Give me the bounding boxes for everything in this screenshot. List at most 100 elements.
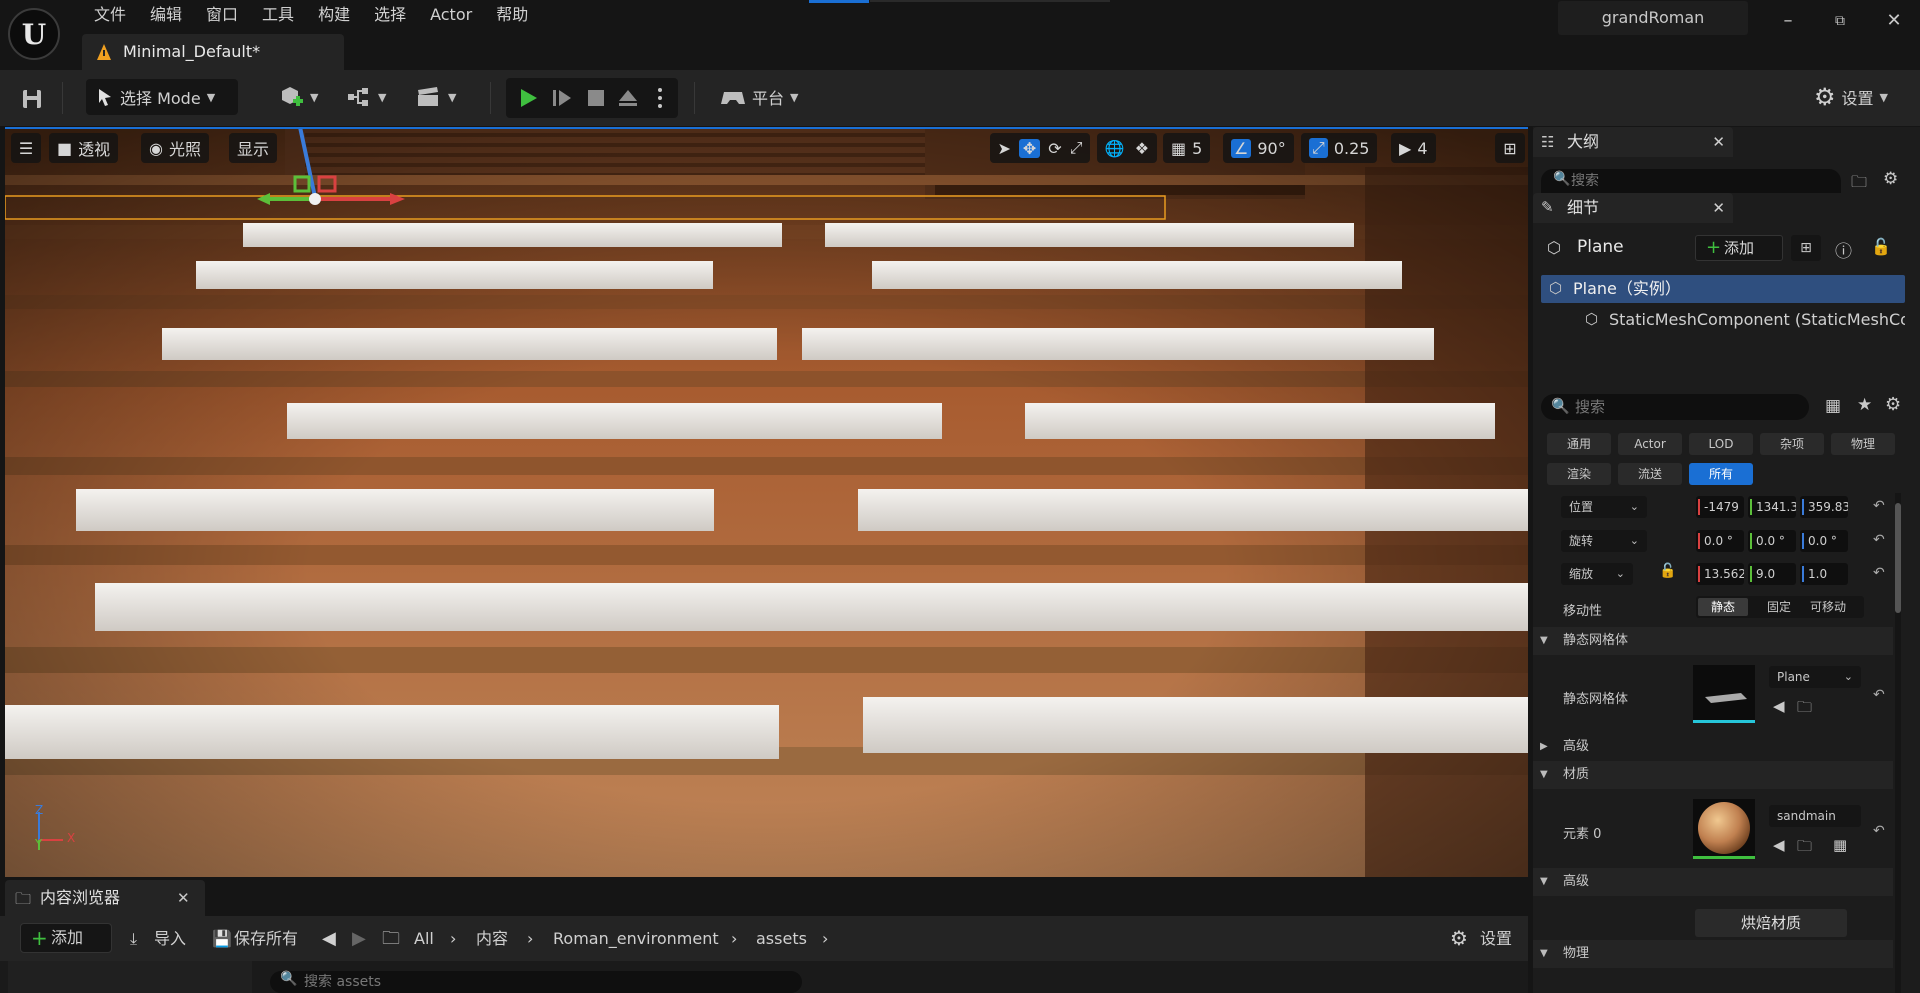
filter-actor[interactable]: Actor bbox=[1618, 433, 1682, 455]
location-z-field[interactable]: 359.83 bbox=[1800, 496, 1848, 518]
filter-all[interactable]: 所有 bbox=[1689, 463, 1753, 485]
material-thumbnail[interactable] bbox=[1693, 799, 1755, 859]
mode-selector[interactable]: 选择 Mode ▼ bbox=[86, 79, 238, 115]
location-y-field[interactable]: 1341.3 bbox=[1748, 496, 1796, 518]
material-picker[interactable]: sandmain bbox=[1769, 805, 1861, 827]
rotate-tool-icon[interactable]: ⟳ bbox=[1048, 139, 1061, 158]
platform-button[interactable]: 平台 ▼ bbox=[720, 79, 798, 115]
details-scrollbar-thumb[interactable] bbox=[1895, 503, 1901, 613]
play-icon[interactable] bbox=[516, 86, 540, 110]
import-icon[interactable]: ⤓ bbox=[130, 916, 137, 961]
details-add-button[interactable]: + 添加 bbox=[1695, 235, 1783, 261]
cb-settings-button[interactable]: 设置 bbox=[1480, 916, 1512, 961]
filter-streaming[interactable]: 流送 bbox=[1618, 463, 1682, 485]
location-x-field[interactable]: -1479 bbox=[1696, 496, 1744, 518]
mobility-movable[interactable]: 可移动 bbox=[1810, 598, 1860, 616]
scale-z-field[interactable]: 1.0 bbox=[1800, 563, 1848, 585]
world-globe-icon[interactable]: 🌐 bbox=[1105, 139, 1125, 158]
save-all-button[interactable]: 保存所有 bbox=[234, 916, 298, 961]
bake-material-button[interactable]: 烘焙材质 bbox=[1695, 909, 1847, 937]
menu-window[interactable]: 窗口 bbox=[194, 0, 250, 30]
help-icon[interactable]: ⓘ bbox=[1835, 237, 1852, 262]
lighting-mode-button[interactable]: ◉ 光照 bbox=[141, 133, 209, 163]
close-icon[interactable]: ✕ bbox=[1712, 127, 1725, 157]
tree-row-plane-instance[interactable]: ⬡ Plane（实例） bbox=[1541, 275, 1905, 303]
details-tab[interactable]: ✎ 细节 ✕ bbox=[1533, 193, 1733, 223]
filter-lod[interactable]: LOD bbox=[1689, 433, 1753, 455]
section-static-mesh[interactable]: ▼ 静态网格体 bbox=[1533, 627, 1893, 655]
section-physics[interactable]: ▼ 物理 bbox=[1533, 940, 1893, 968]
viewport-layout-button[interactable]: ⊞ bbox=[1495, 133, 1525, 163]
show-flags-button[interactable]: 显示 bbox=[229, 133, 278, 163]
add-actor-button[interactable]: ▼ bbox=[278, 79, 318, 115]
section-materials-advanced[interactable]: ▼ 高级 bbox=[1533, 868, 1893, 896]
star-icon[interactable]: ★ bbox=[1857, 395, 1872, 415]
browse-asset-icon[interactable]: 🗀 bbox=[1797, 836, 1812, 861]
blueprint-convert-button[interactable]: ⊞ bbox=[1791, 235, 1821, 261]
more-options-icon[interactable] bbox=[656, 86, 664, 110]
stop-icon[interactable] bbox=[586, 88, 606, 108]
browse-asset-icon[interactable]: 🗀 bbox=[1797, 697, 1812, 722]
cinematics-button[interactable]: ▼ bbox=[416, 79, 456, 115]
gear-icon[interactable]: ⚙ bbox=[1883, 169, 1898, 189]
scale-snap-button[interactable]: ⤢ 0.25 bbox=[1301, 133, 1378, 163]
camera-speed-button[interactable]: ▶ 4 bbox=[1391, 133, 1436, 163]
toolbar-settings-button[interactable]: ⚙ 设置 ▼ bbox=[1814, 79, 1888, 115]
viewport-scene[interactable] bbox=[5, 127, 1528, 877]
rotation-snap-button[interactable]: ∠ 90° bbox=[1223, 133, 1294, 163]
blueprint-button[interactable]: ▼ bbox=[346, 79, 386, 115]
rotation-y-field[interactable]: 0.0 ° bbox=[1748, 530, 1796, 552]
folder-icon[interactable]: 🗀 bbox=[382, 916, 400, 961]
save-all-icon[interactable]: 💾 bbox=[212, 916, 232, 961]
breadcrumb-assets[interactable]: assets bbox=[756, 916, 807, 961]
scale-tool-icon[interactable]: ⤢ bbox=[1070, 138, 1083, 158]
filter-general[interactable]: 通用 bbox=[1547, 433, 1611, 455]
cb-add-button[interactable]: + 添加 bbox=[20, 923, 112, 953]
menu-help[interactable]: 帮助 bbox=[484, 0, 540, 30]
reset-arrow-icon[interactable]: ↶ bbox=[1873, 565, 1885, 581]
checker-material-icon[interactable]: ▦ bbox=[1833, 836, 1847, 854]
scale-dropdown[interactable]: 缩放 ⌄ bbox=[1561, 563, 1633, 585]
menu-tools[interactable]: 工具 bbox=[250, 0, 306, 30]
eject-icon[interactable] bbox=[616, 86, 640, 110]
import-button[interactable]: 导入 bbox=[154, 916, 186, 961]
history-forward-icon[interactable]: ▶ bbox=[352, 916, 366, 961]
section-materials[interactable]: ▼ 材质 bbox=[1533, 761, 1893, 789]
rotation-x-field[interactable]: 0.0 ° bbox=[1696, 530, 1744, 552]
gear-icon[interactable]: ⚙ bbox=[1450, 916, 1468, 961]
breadcrumb-all[interactable]: All bbox=[414, 916, 434, 961]
location-dropdown[interactable]: 位置 ⌄ bbox=[1561, 496, 1647, 518]
scale-lock-icon[interactable]: 🔓 bbox=[1659, 563, 1676, 579]
reset-arrow-icon[interactable]: ↶ bbox=[1873, 823, 1885, 839]
mobility-static[interactable]: 静态 bbox=[1698, 598, 1748, 616]
content-browser-tab[interactable]: 🗀 内容浏览器 ✕ bbox=[5, 880, 205, 916]
level-tab[interactable]: Minimal_Default* bbox=[82, 34, 344, 70]
step-forward-icon[interactable] bbox=[550, 86, 574, 110]
tree-row-static-mesh-component[interactable]: ⬡ StaticMeshComponent (StaticMeshCo bbox=[1541, 306, 1905, 334]
filter-misc[interactable]: 杂项 bbox=[1760, 433, 1824, 455]
select-arrow-icon[interactable]: ➤ bbox=[997, 139, 1010, 158]
grid-snap-button[interactable]: ▦ 5 bbox=[1163, 133, 1211, 163]
close-icon[interactable]: ✕ bbox=[177, 880, 190, 916]
minimize-icon[interactable]: – bbox=[1768, 6, 1808, 36]
use-selected-icon[interactable]: ◀ bbox=[1773, 697, 1785, 715]
gear-icon[interactable]: ⚙ bbox=[1885, 394, 1901, 415]
table-view-icon[interactable]: ▦ bbox=[1825, 396, 1841, 416]
rotation-dropdown[interactable]: 旋转 ⌄ bbox=[1561, 530, 1647, 552]
unreal-logo[interactable]: U bbox=[8, 8, 60, 60]
save-icon[interactable] bbox=[20, 87, 44, 111]
menu-select[interactable]: 选择 bbox=[362, 0, 418, 30]
viewport-menu-button[interactable]: ☰ bbox=[11, 133, 41, 163]
reset-arrow-icon[interactable]: ↶ bbox=[1873, 498, 1885, 514]
scale-x-field[interactable]: 13.562 bbox=[1696, 563, 1744, 585]
lock-icon[interactable]: 🔓 bbox=[1871, 237, 1891, 256]
view-mode-button[interactable]: ■ 透视 bbox=[49, 133, 119, 163]
static-mesh-picker[interactable]: Plane ⌄ bbox=[1769, 666, 1861, 688]
breadcrumb-content[interactable]: 内容 bbox=[476, 916, 508, 961]
use-selected-icon[interactable]: ◀ bbox=[1773, 836, 1785, 854]
outliner-search-input[interactable]: 搜索 bbox=[1541, 169, 1841, 193]
cb-search-input[interactable]: 搜索 assets bbox=[270, 971, 802, 993]
move-tool-icon[interactable]: ✥ bbox=[1018, 138, 1041, 158]
reset-arrow-icon[interactable]: ↶ bbox=[1873, 687, 1885, 703]
menu-file[interactable]: 文件 bbox=[82, 0, 138, 30]
